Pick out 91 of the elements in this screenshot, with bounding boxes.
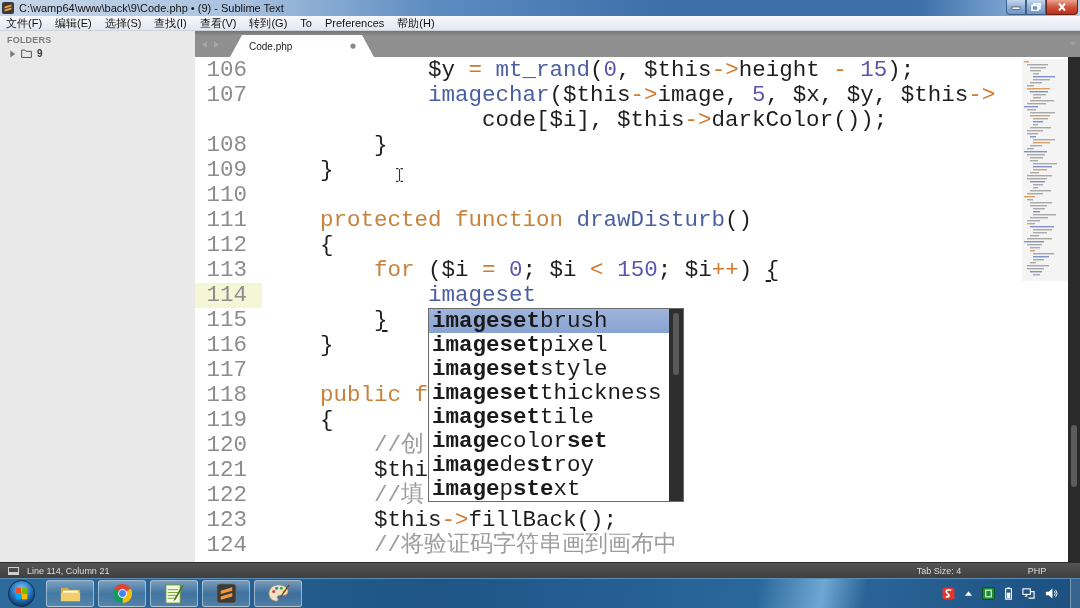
line-number: 108 (205, 133, 248, 158)
code-line: //将验证码字符串画到画布中 (374, 533, 678, 558)
line-number: 110 (205, 183, 248, 208)
code-line: } (374, 308, 388, 333)
tab[interactable]: Code.php (230, 35, 374, 57)
code-line: { (320, 408, 334, 433)
line-number: 118 (205, 383, 248, 408)
line-number: 120 (205, 433, 248, 458)
code-line: protected function drawDisturb() (320, 208, 753, 233)
line-number: 122 (205, 483, 248, 508)
menu-item[interactable]: 查找(I) (152, 16, 189, 30)
text-cursor-icon (396, 168, 403, 182)
menu-item[interactable]: 帮助(H) (395, 16, 437, 30)
autocomplete-item[interactable]: imagesetbrush (429, 309, 669, 333)
code-line: $thi (374, 458, 429, 483)
minimap[interactable] (1022, 59, 1068, 281)
line-number: 119 (205, 408, 248, 433)
menu-item[interactable]: 转到(G) (247, 16, 290, 30)
folder-item[interactable]: 9 (7, 48, 43, 59)
code-line: //创 (374, 433, 425, 458)
line-number: 114 (195, 283, 262, 308)
up-arrow-icon[interactable] (965, 591, 972, 596)
code-line: for ($i = 0; $i < 150; $i++) { (374, 258, 780, 283)
menu-item[interactable]: 查看(V) (197, 16, 239, 30)
disclosure-triangle-icon[interactable] (9, 49, 16, 58)
code-line: } (320, 333, 334, 358)
line-number: 107 (205, 83, 248, 108)
line-number: 121 (205, 458, 248, 483)
code-line: } (320, 158, 334, 183)
line-number: 109 (205, 158, 248, 183)
line-number: 123 (205, 508, 248, 533)
menu-item[interactable]: 文件(F) (4, 16, 45, 30)
scrollbar[interactable] (669, 309, 683, 501)
line-number: 106 (205, 58, 248, 83)
palette-icon (266, 582, 290, 605)
cursor-position: Line 114, Column 21 (27, 565, 110, 576)
line-number: 124 (205, 533, 248, 558)
line-number: 116 (205, 333, 248, 358)
network-icon[interactable] (1022, 587, 1035, 600)
code-line: $y = mt_rand(0, $this->height - 15); (428, 58, 915, 83)
code-line: public f (320, 383, 429, 408)
close-button[interactable] (1046, 0, 1078, 15)
folder-icon (21, 49, 32, 58)
menu-item[interactable]: Preferences (322, 16, 387, 30)
speaker-icon[interactable] (1045, 587, 1058, 600)
syntax-indicator[interactable]: PHP (994, 565, 1080, 576)
code-line: } (374, 133, 388, 158)
code-line: imageset (428, 283, 537, 308)
line-number: 115 (205, 308, 248, 333)
close-icon (1057, 3, 1067, 11)
autocomplete-item[interactable]: imagesettile (429, 405, 669, 429)
minimize-button[interactable] (1006, 0, 1026, 15)
autocomplete-item[interactable]: imagesetstyle (429, 357, 669, 381)
restore-icon (1031, 3, 1041, 11)
autocomplete-item[interactable]: imagesetthickness (429, 381, 669, 405)
menu-item[interactable]: 编辑(E) (53, 16, 94, 30)
menu-item[interactable]: 选择(S) (102, 16, 144, 30)
stripe-tile-icon (214, 582, 238, 605)
app-icon (2, 2, 14, 14)
line-number: 113 (205, 258, 248, 283)
code-line: code[$i], $this->darkColor()); (482, 108, 888, 133)
taskbar-button[interactable] (254, 580, 302, 607)
panel-icon[interactable] (8, 566, 19, 575)
code-line: { (320, 233, 334, 258)
autocomplete-item[interactable]: imagedestroy (429, 453, 669, 477)
line-number: 112 (205, 233, 248, 258)
sidebar-heading: FOLDERS (7, 35, 52, 45)
taskbar-button[interactable] (98, 580, 146, 607)
tab-size-indicator[interactable]: Tab Size: 4 (890, 565, 988, 576)
code-line: $this->fillBack(); (374, 508, 618, 533)
tricolor-circle-icon (110, 582, 134, 605)
code-line: //填 (374, 483, 425, 508)
scrollbar[interactable] (1068, 57, 1080, 562)
start-orb-icon[interactable] (7, 579, 36, 608)
line-number: 117 (205, 358, 248, 383)
notepad-pen-icon (162, 582, 186, 605)
logo-icon[interactable] (942, 587, 955, 600)
autocomplete-item[interactable]: imagepstext (429, 477, 669, 501)
menu-item[interactable]: To (298, 16, 314, 30)
restore-button[interactable] (1026, 0, 1046, 15)
line-number: 111 (205, 208, 248, 233)
battery-icon[interactable] (1005, 587, 1012, 600)
taskbar-button[interactable] (202, 580, 250, 607)
app-tray-icon[interactable] (982, 587, 995, 600)
taskbar-button[interactable] (46, 580, 94, 607)
autocomplete-item[interactable]: imagecolorset (429, 429, 669, 453)
code-line: imagechar($this->image, 5, $x, $y, $this-> (428, 83, 996, 108)
window-title: C:\wamp64\www\back\9\Code.php • (9) - Sublime Text (19, 2, 284, 14)
minimize-icon (1011, 3, 1021, 11)
taskbar-button[interactable] (150, 580, 198, 607)
autocomplete-item[interactable]: imagesetpixel (429, 333, 669, 357)
